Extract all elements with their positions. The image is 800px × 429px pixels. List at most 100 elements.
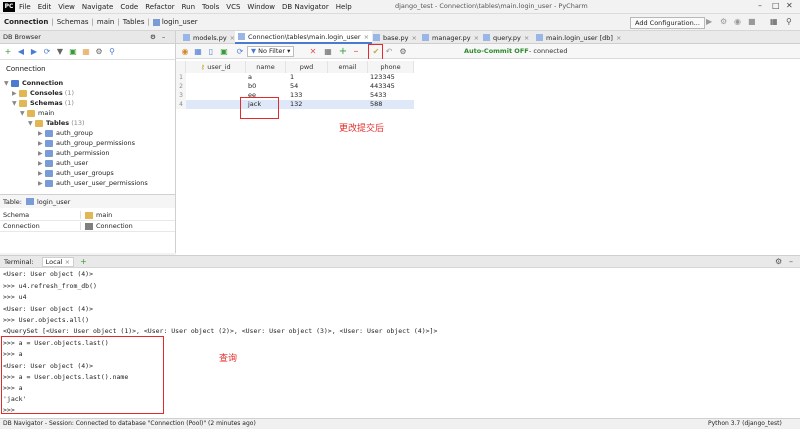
tab-login-user-db[interactable]: main.login_user [db] × <box>533 31 624 44</box>
filter-icon[interactable]: ⚙ <box>94 47 104 57</box>
breadcrumb-schemas[interactable]: Schemas <box>57 18 89 26</box>
close-window-icon[interactable]: ✕ <box>786 1 793 10</box>
collapse-icon[interactable]: ▼ <box>55 47 65 57</box>
filter-select[interactable]: ▼ No Filter ▾ <box>247 46 295 57</box>
lock-icon[interactable]: ◉ <box>180 46 190 56</box>
delete-filter-icon[interactable]: ✕ <box>308 46 318 56</box>
cell-pwd[interactable]: 54 <box>290 82 298 91</box>
auto-commit-status[interactable]: Auto-Commit OFF <box>464 47 529 55</box>
breadcrumb-main[interactable]: main <box>97 18 115 26</box>
hide-panel-icon[interactable]: – <box>789 257 793 266</box>
column-header-phone[interactable]: phone <box>368 61 414 73</box>
breadcrumb-tables[interactable]: Tables <box>123 18 145 26</box>
table-icon <box>152 18 160 26</box>
tree-node-auth-user-groups[interactable]: ▶ auth_user_groups <box>38 169 114 177</box>
breadcrumb-login-user[interactable]: login_user <box>162 18 198 26</box>
menu-help[interactable]: Help <box>336 3 352 11</box>
reload-icon[interactable]: ⟳ <box>235 46 245 56</box>
sort-icon[interactable]: ▯ <box>206 46 216 56</box>
new-terminal-icon[interactable]: + <box>80 257 87 266</box>
close-tab-icon[interactable]: × <box>616 34 621 42</box>
delete-row-icon[interactable]: – <box>351 46 361 57</box>
schema-icon[interactable]: ▦ <box>81 47 91 57</box>
add-configuration-button[interactable]: Add Configuration... <box>630 17 705 29</box>
tab-query-py[interactable]: query.py × <box>480 31 532 44</box>
rollback-icon[interactable]: ↶ <box>384 46 394 56</box>
menu-refactor[interactable]: Refactor <box>145 3 174 11</box>
cell-phone[interactable]: 443345 <box>370 82 395 91</box>
cell-phone[interactable]: 5433 <box>370 91 387 100</box>
add-connection-icon[interactable]: + <box>3 47 13 57</box>
cell-name[interactable]: a <box>248 73 252 82</box>
tree-node-tables[interactable]: ▼ Tables (13) <box>28 119 85 127</box>
menu-run[interactable]: Run <box>182 3 195 11</box>
debug-icon[interactable]: ⚙ <box>720 17 727 26</box>
cell-pwd[interactable]: 133 <box>290 91 302 100</box>
tab-models-py[interactable]: models.py × <box>180 31 238 44</box>
find-icon[interactable]: ⚲ <box>107 47 117 57</box>
menu-view[interactable]: View <box>58 3 75 11</box>
tree-node-auth-user[interactable]: ▶ auth_user <box>38 159 88 167</box>
tree-node-auth-group[interactable]: ▶ auth_group <box>38 129 93 137</box>
minimize-icon[interactable]: – <box>758 1 762 10</box>
project-structure-icon[interactable]: ▦ <box>770 17 778 26</box>
stop-icon[interactable]: ■ <box>748 17 756 26</box>
menu-navigate[interactable]: Navigate <box>82 3 113 11</box>
menu-tools[interactable]: Tools <box>202 3 219 11</box>
table-info-name: login_user <box>37 197 71 206</box>
close-tab-icon[interactable]: × <box>364 33 369 41</box>
terminal-line: <User: User object (4)> <box>3 305 94 313</box>
tree-node-schemas[interactable]: ▼ Schemas (1) <box>12 99 74 107</box>
cell-name[interactable]: b0 <box>248 82 256 91</box>
menu-edit[interactable]: Edit <box>38 3 52 11</box>
settings-icon[interactable]: ⚙ <box>398 46 408 56</box>
column-header-name[interactable]: name <box>246 61 286 73</box>
hide-panel-icon[interactable]: – <box>162 31 165 44</box>
tab-manager-py[interactable]: manager.py × <box>419 31 482 44</box>
menu-db-navigator[interactable]: DB Navigator <box>282 3 329 11</box>
python-interpreter[interactable]: Python 3.7 (django_test) <box>708 419 782 429</box>
tab-login-user-table[interactable]: Connection\tables\main.login_user × <box>235 31 373 44</box>
terminal-output[interactable]: <User: User object (4)> >>> u4.refresh_f… <box>0 268 800 418</box>
tab-base-py[interactable]: base.py × <box>370 31 420 44</box>
new-console-icon[interactable]: ▣ <box>68 47 78 57</box>
menu-window[interactable]: Window <box>247 3 275 11</box>
column-header-email[interactable]: email <box>328 61 368 73</box>
tree-node-auth-permission[interactable]: ▶ auth_permission <box>38 149 110 157</box>
column-header-user-id[interactable]: ⚷ user_id <box>186 61 246 73</box>
menu-file[interactable]: File <box>19 3 31 11</box>
close-tab-icon[interactable]: × <box>524 34 529 42</box>
export-icon[interactable]: ▣ <box>219 46 229 56</box>
tree-node-auth-group-permissions[interactable]: ▶ auth_group_permissions <box>38 139 135 147</box>
terminal-tab-local[interactable]: Local × <box>41 256 75 267</box>
cell-pwd[interactable]: 1 <box>290 73 294 82</box>
tree-node-main[interactable]: ▼ main <box>20 109 54 117</box>
cell-pwd[interactable]: 132 <box>290 100 302 109</box>
refresh-icon[interactable]: ⟳ <box>42 47 52 57</box>
back-icon[interactable]: ◀ <box>16 47 26 57</box>
menu-vcs[interactable]: VCS <box>226 3 240 11</box>
close-tab-icon[interactable]: × <box>474 34 479 42</box>
close-tab-icon[interactable]: × <box>412 34 417 42</box>
settings-icon[interactable]: ⚙ <box>150 31 156 44</box>
filter-icon[interactable]: ▦ <box>193 46 203 56</box>
cell-phone[interactable]: 123345 <box>370 73 395 82</box>
breadcrumb-connection[interactable]: Connection <box>4 18 48 26</box>
search-everywhere-icon[interactable]: ⚲ <box>786 17 792 26</box>
forward-icon[interactable]: ▶ <box>29 47 39 57</box>
coverage-icon[interactable]: ◉ <box>734 17 741 26</box>
column-header-pwd[interactable]: pwd <box>286 61 328 73</box>
run-icon[interactable]: ▶ <box>706 17 712 26</box>
close-tab-icon[interactable]: × <box>65 258 70 266</box>
folder-icon <box>35 119 43 127</box>
grid-icon[interactable]: ▦ <box>323 46 333 56</box>
maximize-icon[interactable]: □ <box>772 1 780 10</box>
menu-code[interactable]: Code <box>120 3 138 11</box>
annotation-after-commit: 更改提交后 <box>339 124 385 134</box>
tree-node-consoles[interactable]: ▶ Consoles (1) <box>12 89 74 97</box>
cell-phone[interactable]: 588 <box>370 100 382 109</box>
settings-icon[interactable]: ⚙ <box>775 257 782 266</box>
tree-node-connection[interactable]: ▼ Connection <box>4 79 63 87</box>
tree-node-auth-user-user-permissions[interactable]: ▶ auth_user_user_permissions <box>38 179 148 187</box>
insert-row-icon[interactable]: + <box>338 46 348 57</box>
